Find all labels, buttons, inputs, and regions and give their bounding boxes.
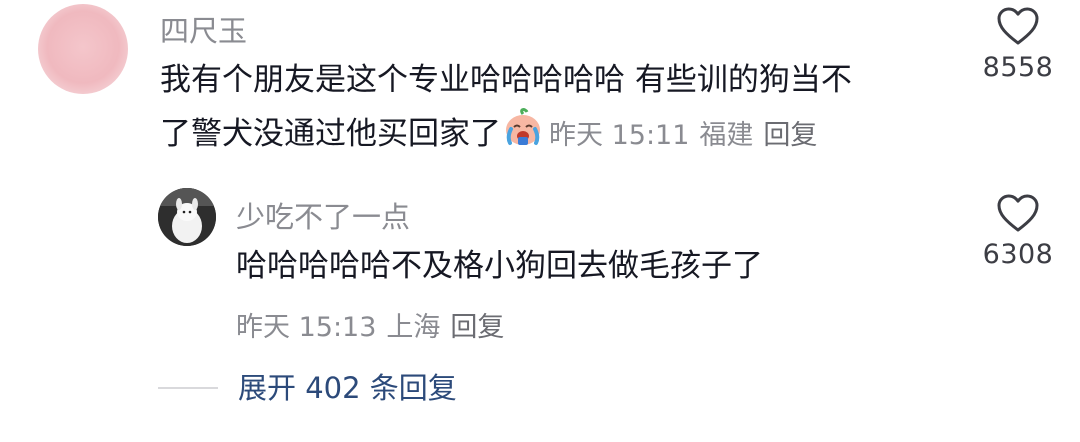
heart-icon (997, 194, 1039, 232)
avatar[interactable] (38, 4, 128, 94)
comment-time: 昨天 15:11 (549, 120, 690, 151)
crying-laughing-emoji-icon (503, 107, 543, 165)
avatar[interactable] (158, 188, 216, 246)
like-count: 8558 (982, 52, 1054, 83)
username[interactable]: 四尺玉 (160, 8, 247, 50)
comment-text-line2: 了警犬没通过他买回家了 昨天 15:11 福建 回复 (160, 106, 827, 165)
comment-text: 哈哈哈哈哈不及格小狗回去做毛孩子了 (236, 248, 763, 284)
comment-meta: 昨天 15:13 上海 回复 (236, 305, 514, 344)
comment-location: 上海 (386, 312, 441, 343)
username[interactable]: 少吃不了一点 (236, 194, 410, 236)
divider (158, 387, 218, 389)
like-button[interactable]: 6308 (973, 193, 1063, 270)
comment-text-cont: 了警犬没通过他买回家了 (160, 116, 501, 152)
like-button[interactable]: 8558 (973, 6, 1063, 83)
reply-button[interactable]: 回复 (450, 312, 504, 343)
comment-meta: 昨天 15:11 福建 回复 (549, 120, 827, 151)
heart-icon (997, 7, 1039, 45)
like-count: 6308 (982, 239, 1054, 270)
comment-location: 福建 (699, 120, 754, 151)
avatar-image (158, 188, 216, 246)
expand-replies-button[interactable]: 展开 402 条回复 (238, 365, 457, 407)
reply-button[interactable]: 回复 (763, 120, 817, 151)
comment-time: 昨天 15:13 (236, 312, 377, 343)
comment-text: 我有个朋友是这个专业哈哈哈哈哈 有些训的狗当不 (160, 62, 852, 98)
